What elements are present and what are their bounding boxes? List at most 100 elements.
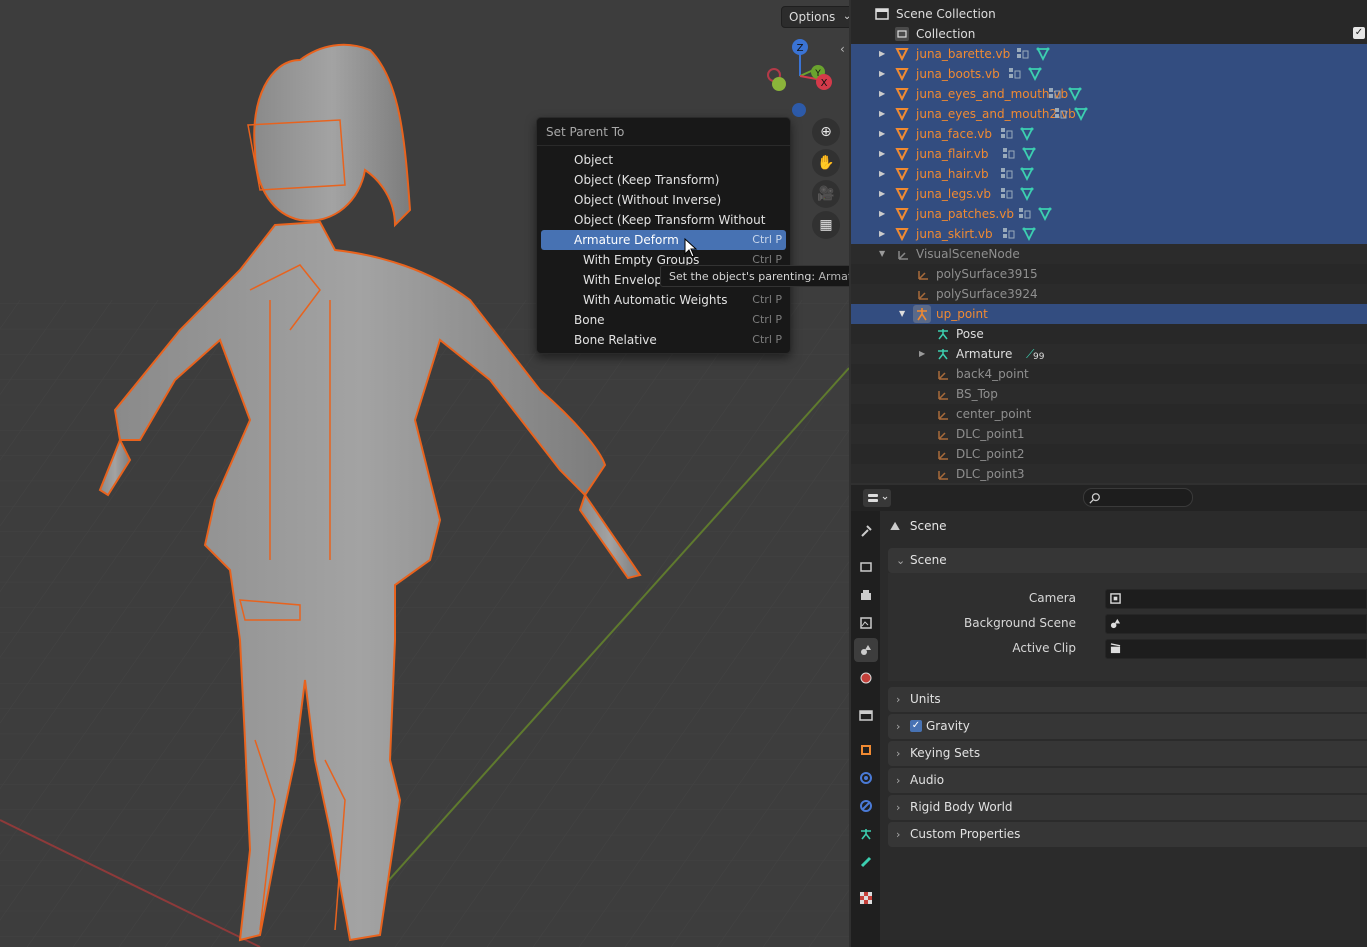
modifier-icon[interactable] xyxy=(1018,207,1032,221)
tab-render-icon[interactable] xyxy=(854,555,878,579)
exclude-checkbox[interactable]: ✓ xyxy=(1353,27,1365,39)
mesh-data-icon[interactable] xyxy=(1036,47,1050,61)
mesh-data-icon[interactable] xyxy=(1020,167,1034,181)
panel-header[interactable]: › ✓ Gravity xyxy=(888,714,1367,739)
outliner-poly-surface-2[interactable]: polySurface3924 xyxy=(851,284,1367,304)
expand-arrow-icon[interactable]: ▼ xyxy=(899,304,905,324)
expand-arrow-icon[interactable]: ▶ xyxy=(879,184,885,204)
mesh-data-icon[interactable] xyxy=(1038,207,1052,221)
orthographic-grid-icon[interactable]: ▦ xyxy=(812,211,840,239)
outliner-armature[interactable]: ▶ Armature ⟋ 99 xyxy=(851,344,1367,364)
tab-object-icon[interactable] xyxy=(854,738,878,762)
active-clip-field[interactable] xyxy=(1105,639,1367,659)
properties-search-input[interactable] xyxy=(1083,488,1193,507)
outliner-scene-collection[interactable]: Scene Collection xyxy=(851,4,1367,24)
outliner-visual-scene-node[interactable]: ▼ VisualSceneNode xyxy=(851,244,1367,264)
menu-item-object-keep-transform-without-inverse[interactable]: Object (Keep Transform Without Inverse) xyxy=(541,210,786,247)
outliner-child-row[interactable]: BS_Top xyxy=(851,384,1367,404)
properties-editor[interactable]: ⛰ Scene ⌄ Scene Camera Background Scene … xyxy=(851,485,1367,947)
background-scene-field[interactable] xyxy=(1105,614,1367,634)
tab-armature-data-icon[interactable] xyxy=(854,822,878,846)
tab-collection-icon[interactable] xyxy=(854,703,878,727)
mesh-data-icon[interactable] xyxy=(1022,227,1036,241)
outliner-mesh-row[interactable]: ▶ juna_face.vb xyxy=(851,124,1367,144)
tab-tool-icon[interactable] xyxy=(854,519,878,543)
zoom-icon[interactable]: ⊕ xyxy=(812,118,840,146)
modifier-icon[interactable] xyxy=(1000,127,1014,141)
modifier-icon[interactable] xyxy=(1000,187,1014,201)
outliner-child-row[interactable]: DLC_point2 xyxy=(851,444,1367,464)
outliner-mesh-row[interactable]: ▶ juna_legs.vb xyxy=(851,184,1367,204)
outliner-child-row[interactable]: DLC_point3 xyxy=(851,464,1367,483)
outliner-mesh-row[interactable]: ▶ juna_barette.vb xyxy=(851,44,1367,64)
outliner-poly-surface-1[interactable]: polySurface3915 xyxy=(851,264,1367,284)
mesh-data-icon[interactable] xyxy=(1074,107,1088,121)
navigation-gizmo[interactable]: Z Y X xyxy=(760,36,840,122)
modifier-icon[interactable] xyxy=(1008,67,1022,81)
expand-arrow-icon[interactable]: ▶ xyxy=(919,344,925,364)
sidebar-toggle-icon[interactable]: ‹ xyxy=(840,42,845,56)
outliner-mesh-row[interactable]: ▶ juna_eyes_and_mouth.vb xyxy=(851,84,1367,104)
menu-item-object-keep-transform[interactable]: Object (Keep Transform) xyxy=(541,170,786,190)
outliner[interactable]: Scene Collection Collection ✓ ▶ juna_bare… xyxy=(851,0,1367,483)
tab-texture-icon[interactable] xyxy=(854,886,878,910)
tab-bone-icon[interactable] xyxy=(854,850,878,874)
expand-arrow-icon[interactable]: ▶ xyxy=(879,204,885,224)
expand-arrow-icon[interactable]: ▶ xyxy=(879,144,885,164)
tab-view-layer-icon[interactable] xyxy=(854,611,878,635)
menu-item-bone[interactable]: Bone Ctrl P xyxy=(541,310,786,330)
gizmo-neg-y[interactable] xyxy=(772,77,786,91)
expand-arrow-icon[interactable]: ▶ xyxy=(879,224,885,244)
outliner-child-row[interactable]: DLC_point1 xyxy=(851,424,1367,444)
mesh-data-icon[interactable] xyxy=(1020,187,1034,201)
panel-header[interactable]: › Keying Sets xyxy=(888,741,1367,766)
menu-item-armature-deform[interactable]: Armature Deform Ctrl P xyxy=(541,230,786,250)
expand-arrow-icon[interactable]: ▶ xyxy=(879,84,885,104)
editor-type-dropdown[interactable] xyxy=(863,489,891,507)
mesh-data-icon[interactable] xyxy=(1020,127,1034,141)
menu-item-object-without-inverse[interactable]: Object (Without Inverse) xyxy=(541,190,786,210)
expand-arrow-icon[interactable]: ▶ xyxy=(879,44,885,64)
outliner-mesh-row[interactable]: ▶ juna_flair.vb xyxy=(851,144,1367,164)
expand-arrow-icon[interactable]: ▶ xyxy=(879,164,885,184)
modifier-icon[interactable] xyxy=(1002,147,1016,161)
panel-header[interactable]: › Audio xyxy=(888,768,1367,793)
outliner-mesh-row[interactable]: ▶ juna_patches.vb xyxy=(851,204,1367,224)
modifier-icon[interactable] xyxy=(1016,47,1030,61)
modifier-icon[interactable] xyxy=(1002,227,1016,241)
gravity-checkbox[interactable]: ✓ xyxy=(910,720,922,732)
expand-arrow-icon[interactable]: ▶ xyxy=(879,64,885,84)
pan-hand-icon[interactable]: ✋ xyxy=(812,149,840,177)
tab-output-icon[interactable] xyxy=(854,583,878,607)
panel-scene-header[interactable]: ⌄ Scene xyxy=(888,548,1367,573)
tab-scene-icon[interactable] xyxy=(854,638,878,662)
panel-header[interactable]: › Rigid Body World xyxy=(888,795,1367,820)
panel-header[interactable]: › Custom Properties xyxy=(888,822,1367,847)
expand-arrow-icon[interactable]: ▶ xyxy=(879,124,885,144)
options-dropdown[interactable]: Options ⌄ xyxy=(781,6,849,28)
camera-view-icon[interactable]: 🎥 xyxy=(812,180,840,208)
outliner-mesh-row[interactable]: ▶ juna_skirt.vb xyxy=(851,224,1367,244)
outliner-child-row[interactable]: back4_point xyxy=(851,364,1367,384)
expand-arrow-icon[interactable]: ▶ xyxy=(879,104,885,124)
3d-viewport[interactable]: Options ⌄ ‹ Z Y X ⊕ ✋ 🎥 ▦ Set Parent To … xyxy=(0,0,849,947)
gizmo-neg-z[interactable] xyxy=(792,103,806,117)
expand-arrow-icon[interactable]: ▼ xyxy=(879,244,885,264)
outliner-up-point[interactable]: ▼ up_point xyxy=(851,304,1367,324)
menu-item-with-automatic-weights[interactable]: With Automatic Weights Ctrl P xyxy=(541,290,786,310)
modifier-icon[interactable] xyxy=(1000,167,1014,181)
outliner-collection[interactable]: Collection xyxy=(851,24,1367,44)
mesh-data-icon[interactable] xyxy=(1028,67,1042,81)
menu-item-bone-relative[interactable]: Bone Relative Ctrl P xyxy=(541,330,786,350)
outliner-mesh-row[interactable]: ▶ juna_boots.vb xyxy=(851,64,1367,84)
panel-header[interactable]: › Units xyxy=(888,687,1367,712)
outliner-pose[interactable]: Pose xyxy=(851,324,1367,344)
modifier-icon[interactable] xyxy=(1054,107,1068,121)
tab-constraints-icon[interactable] xyxy=(854,794,878,818)
tab-world-icon[interactable] xyxy=(854,666,878,690)
outliner-child-row[interactable]: center_point xyxy=(851,404,1367,424)
modifier-icon[interactable] xyxy=(1048,87,1062,101)
outliner-mesh-row[interactable]: ▶ juna_hair.vb xyxy=(851,164,1367,184)
mesh-data-icon[interactable] xyxy=(1022,147,1036,161)
mesh-data-icon[interactable] xyxy=(1068,87,1082,101)
